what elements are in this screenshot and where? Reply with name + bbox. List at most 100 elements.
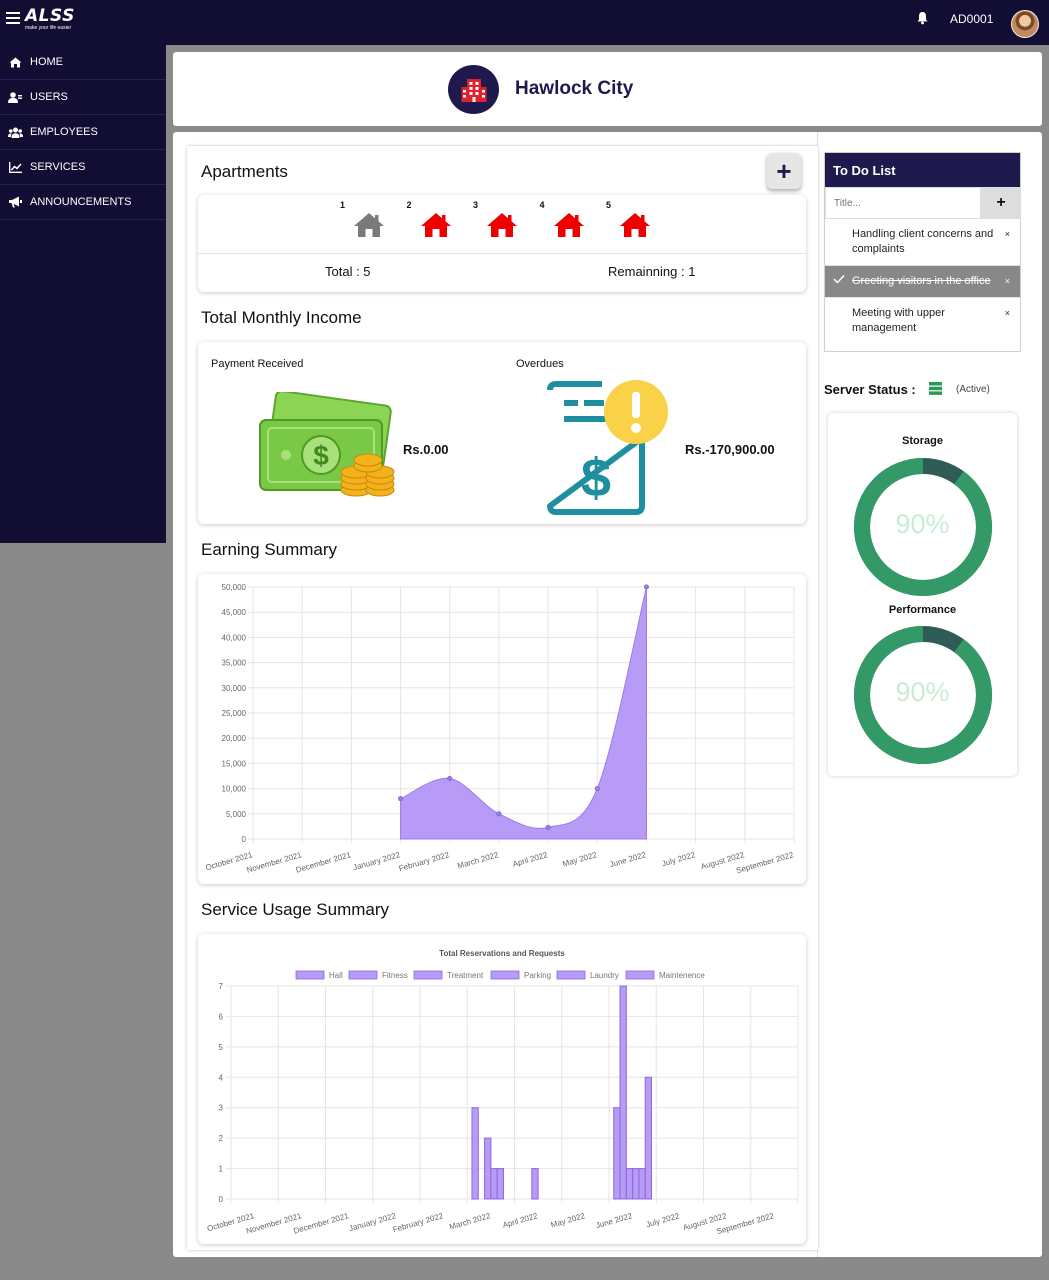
- y-tick-label: 1: [219, 1165, 224, 1174]
- house-icon[interactable]: [420, 212, 452, 243]
- server-status-label: Server Status :: [824, 382, 916, 397]
- service-chart-panel: Total Reservations and Requests Hall Fitne…: [198, 934, 806, 1244]
- bar-hall: [613, 1107, 621, 1200]
- sidebar-item-users[interactable]: USERS: [0, 80, 166, 115]
- y-tick-label: 6: [219, 1012, 224, 1021]
- megaphone-icon: [7, 196, 23, 208]
- x-tick-label: December 2021: [295, 850, 353, 874]
- app-logo[interactable]: ALSS make your life easier: [25, 7, 75, 31]
- apartment-number: 3: [473, 200, 479, 210]
- apartments-panel: 1 2 3 4 5 Total : 5 Remainning : 1: [198, 195, 806, 292]
- x-tick-label: May 2022: [550, 1211, 587, 1229]
- bell-icon[interactable]: [916, 11, 929, 30]
- y-tick-label: 5,000: [226, 810, 247, 819]
- top-bar: ALSS make your life easier AD0001: [0, 0, 1049, 45]
- overdues-value: Rs.-170,900.00: [685, 442, 775, 457]
- close-icon[interactable]: ×: [1005, 274, 1010, 289]
- check-icon: [833, 274, 845, 289]
- x-tick-label: February 2022: [392, 1211, 445, 1234]
- x-tick-label: April 2022: [502, 1211, 540, 1230]
- service-usage-chart: Total Reservations and Requests Hall Fitne…: [206, 949, 799, 1236]
- todo-item[interactable]: Handling client concerns and complaints …: [825, 219, 1020, 266]
- legend-swatch: [490, 970, 520, 980]
- sidebar-item-label: HOME: [30, 56, 63, 68]
- overdue-invoice-icon: $: [546, 378, 674, 525]
- sidebar-item-announcements[interactable]: ANNOUNCEMENTS: [0, 185, 166, 220]
- logo-tagline: make your life easier: [25, 25, 72, 31]
- apartment-number: 5: [606, 200, 612, 210]
- apartments-total: Total : 5: [325, 264, 371, 279]
- sidebar-item-label: USERS: [30, 91, 68, 103]
- sidebar-item-home[interactable]: HOME: [0, 45, 166, 80]
- sidebar-item-label: SERVICES: [30, 161, 86, 173]
- todo-item[interactable]: Greeting visitors in the office ×: [825, 266, 1020, 298]
- user-id[interactable]: AD0001: [950, 12, 993, 26]
- chart-title: Total Reservations and Requests: [439, 949, 565, 958]
- x-tick-label: May 2022: [562, 850, 599, 868]
- payment-received-label: Payment Received: [211, 358, 304, 370]
- todo-add-button[interactable]: +: [981, 187, 1021, 219]
- x-tick-label: February 2022: [398, 850, 451, 873]
- y-tick-label: 45,000: [222, 608, 247, 617]
- sidebar-item-employees[interactable]: EMPLOYEES: [0, 115, 166, 150]
- y-tick-label: 25,000: [222, 709, 247, 718]
- todo-item[interactable]: Meeting with upper management ×: [825, 298, 1020, 344]
- bar-parking: [490, 1168, 498, 1200]
- legend-label: Parking: [524, 971, 551, 980]
- add-apartment-button[interactable]: +: [767, 153, 801, 189]
- bar-parking: [632, 1168, 640, 1200]
- legend-label: Maintenence: [659, 971, 705, 980]
- apartment-number: 4: [539, 200, 545, 210]
- money-icon: $: [258, 390, 398, 507]
- chart-line-icon: [7, 161, 23, 173]
- y-tick-label: 40,000: [222, 633, 247, 642]
- house-icon[interactable]: [353, 212, 385, 243]
- dashboard-main: Apartments + 1 2 3 4 5 Total : 5 Remainning …: [173, 132, 1042, 1257]
- todo-title-input[interactable]: [825, 187, 981, 219]
- server-status-value: (Active): [956, 384, 990, 395]
- y-tick-label: 4: [219, 1073, 224, 1082]
- server-gauges: Storage 90% Performance 90%: [828, 413, 1017, 776]
- apartments-title: Apartments: [201, 162, 288, 181]
- house-icon[interactable]: [486, 212, 518, 243]
- divider: [198, 253, 806, 254]
- avatar[interactable]: [1011, 10, 1039, 38]
- todo-list: To Do List + Handling client concerns an…: [824, 152, 1021, 352]
- legend-swatch: [348, 970, 378, 980]
- user-icon: [7, 91, 23, 103]
- x-tick-label: April 2022: [512, 850, 550, 869]
- city-name: Hawlock City: [515, 78, 634, 99]
- service-usage-title: Service Usage Summary: [201, 900, 390, 919]
- bar-maintenence: [644, 1076, 653, 1200]
- legend-swatch: [625, 970, 655, 980]
- apartment-number: 2: [406, 200, 412, 210]
- home-icon: [7, 57, 23, 68]
- todo-item-text: Handling client concerns and complaints: [852, 228, 994, 255]
- x-tick-label: June 2022: [609, 850, 648, 869]
- x-tick-label: June 2022: [595, 1211, 634, 1230]
- income-panel: Payment Received $ Rs.0.00 Overdues $ Rs…: [198, 342, 806, 524]
- earning-summary-title: Earning Summary: [201, 540, 338, 559]
- apartment-number: 1: [340, 200, 346, 210]
- house-icon[interactable]: [553, 212, 585, 243]
- apartments-remaining: Remainning : 1: [608, 264, 696, 279]
- y-tick-label: 50,000: [222, 583, 247, 592]
- x-tick-label: January 2022: [352, 850, 402, 872]
- y-tick-label: 0: [219, 1195, 224, 1204]
- overdues-label: Overdues: [516, 358, 564, 370]
- hamburger-menu-icon[interactable]: [6, 12, 20, 24]
- close-icon[interactable]: ×: [1005, 306, 1010, 321]
- bar-treatment: [531, 1168, 539, 1200]
- data-point: [398, 796, 404, 802]
- income-title: Total Monthly Income: [201, 308, 362, 327]
- bar-hall: [471, 1107, 479, 1200]
- sidebar: HOME USERS EMPLOYEES SERVICES ANNOUNCEME…: [0, 45, 166, 543]
- y-tick-label: 0: [242, 835, 247, 844]
- y-tick-label: 15,000: [222, 759, 247, 768]
- house-icon[interactable]: [619, 212, 651, 243]
- close-icon[interactable]: ×: [1005, 227, 1010, 242]
- x-tick-label: January 2022: [348, 1211, 398, 1233]
- sidebar-item-services[interactable]: SERVICES: [0, 150, 166, 185]
- legend-label: Fitness: [382, 971, 408, 980]
- bar-treatment: [625, 1168, 634, 1200]
